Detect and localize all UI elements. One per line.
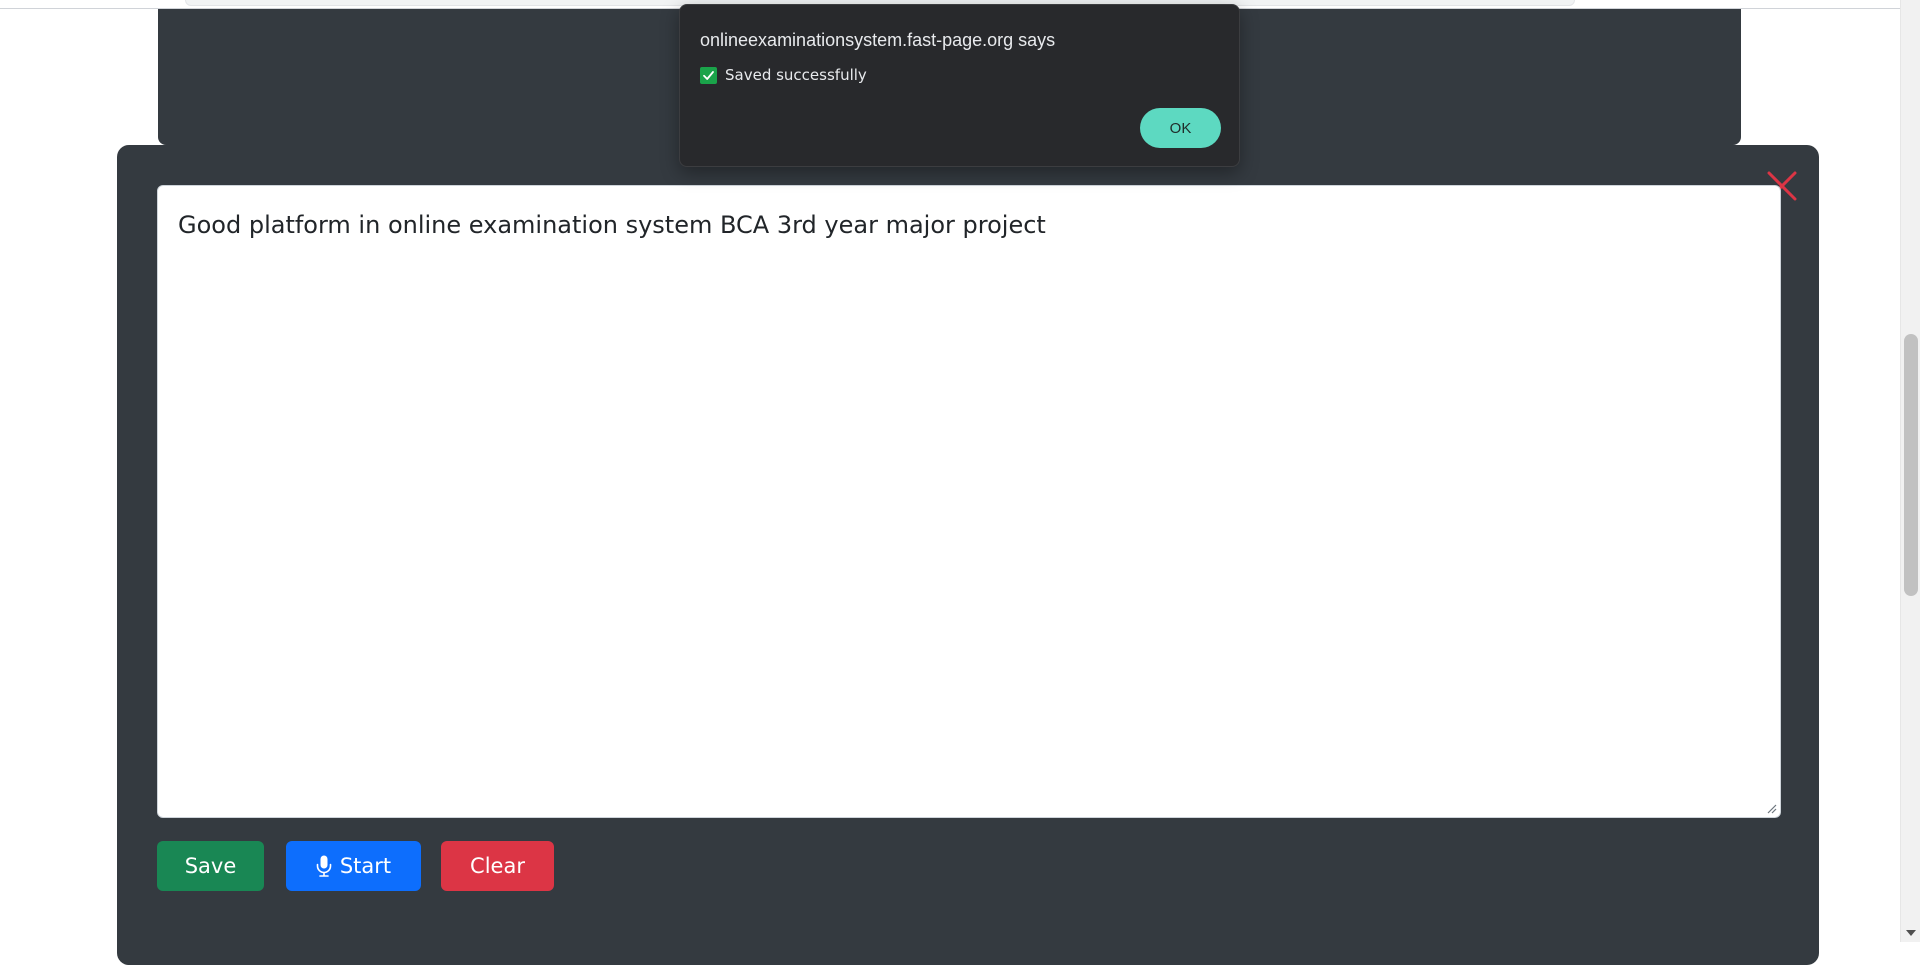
clear-button-label: Clear — [470, 854, 525, 878]
resize-grip-icon[interactable] — [1765, 802, 1777, 814]
microphone-icon — [316, 855, 332, 877]
alert-origin-text: onlineexaminationsystem.fast-page.org sa… — [700, 30, 1056, 50]
clear-button[interactable]: Clear — [441, 841, 554, 891]
alert-dialog: onlineexaminationsystem.fast-page.org sa… — [679, 4, 1240, 167]
save-button[interactable]: Save — [157, 841, 264, 891]
alert-message: Saved successfully — [700, 66, 867, 84]
checkmark-icon — [700, 66, 717, 84]
alert-message-text: Saved successfully — [725, 66, 867, 84]
ok-button[interactable]: OK — [1140, 108, 1221, 148]
save-button-label: Save — [184, 854, 237, 878]
note-text: Good platform in online examination syst… — [178, 211, 1046, 239]
scroll-down-arrow-icon[interactable] — [1906, 930, 1916, 936]
note-textarea[interactable]: Good platform in online examination syst… — [157, 185, 1781, 818]
scrollbar-thumb[interactable] — [1904, 334, 1918, 596]
page-scrollbar[interactable] — [1900, 0, 1920, 942]
start-button-label: Start — [339, 854, 392, 878]
note-modal: Good platform in online examination syst… — [117, 145, 1819, 965]
start-button[interactable]: Start — [286, 841, 421, 891]
